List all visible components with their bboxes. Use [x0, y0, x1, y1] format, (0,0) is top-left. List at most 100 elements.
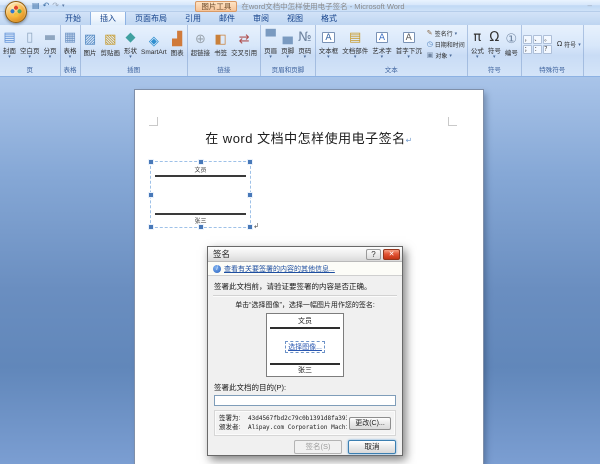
tab-插入[interactable]: 插入 — [90, 10, 126, 25]
ribbon-group-插图: ▨图片▧剪贴画◆形状▾◈SmartArt▟图表插图 — [81, 25, 188, 76]
hyperlink-icon: ⊕ — [195, 32, 206, 47]
symbol-button[interactable]: ， — [523, 35, 532, 44]
ribbon: ▤封面▾▯空白页▾▬分页▾页▦表格▾表格▨图片▧剪贴画◆形状▾◈SmartArt… — [0, 25, 600, 77]
tab-视图[interactable]: 视图 — [278, 11, 312, 25]
symbol-button[interactable]: 、 — [533, 35, 542, 44]
select-image-button[interactable]: 选择图像... — [285, 341, 325, 353]
signature-line-frame[interactable]: 文员 张三 ↲ — [150, 161, 251, 228]
clip-art-icon: ▧ — [104, 32, 116, 47]
cross-reference-icon: ⇄ — [239, 32, 250, 47]
ribbon-button-符号[interactable]: Ω符号▾ — [486, 29, 503, 60]
ribbon-button-分页[interactable]: ▬分页▾ — [42, 29, 59, 60]
title-center: 图片工具 在word文档中怎样使用电子签名 - Microsoft Word — [0, 0, 600, 12]
resize-handle[interactable] — [248, 225, 252, 229]
resize-handle[interactable] — [149, 225, 153, 229]
ribbon-button-首字下沉[interactable]: A首字下沉▾ — [394, 29, 424, 60]
help-button[interactable]: ? — [366, 249, 381, 260]
ribbon-button-页脚[interactable]: ▄页脚▾ — [279, 29, 296, 60]
symbol-icon: Ω — [489, 30, 499, 45]
tab-页面布局[interactable]: 页面布局 — [126, 11, 176, 25]
date-time-icon: ◷ — [427, 41, 433, 48]
page-break-icon: ▬ — [44, 30, 56, 45]
ribbon-button-图片[interactable]: ▨图片 — [82, 31, 99, 58]
dropdown-arrow-icon: ▾ — [8, 55, 11, 59]
ribbon-group-页眉和页脚: ▀页眉▾▄页脚▾№页码▾页眉和页脚 — [261, 25, 316, 76]
ribbon-button-编号[interactable]: ①编号 — [503, 31, 520, 58]
sign-button[interactable]: 签名(S) — [294, 440, 342, 454]
symbol-button[interactable]: ？ — [543, 45, 552, 54]
symbol-button[interactable]: ； — [523, 45, 532, 54]
ribbon-button-交叉引用[interactable]: ⇄交叉引用 — [229, 31, 259, 58]
window-title: 在word文档中怎样使用电子签名 - Microsoft Word — [241, 1, 404, 12]
ribbon-button-艺术字[interactable]: A艺术字▾ — [370, 29, 394, 60]
document-title-text: 在 word 文档中怎样使用电子签名 — [205, 131, 405, 146]
tab-引用[interactable]: 引用 — [176, 11, 210, 25]
resize-handle[interactable] — [149, 193, 153, 197]
ribbon-button-空白页[interactable]: ▯空白页▾ — [18, 29, 42, 60]
ribbon-button-表格[interactable]: ▦表格▾ — [62, 29, 79, 60]
document-area: 在 word 文档中怎样使用电子签名↵ 文员 张三 ↲ — [0, 77, 600, 464]
object-icon: ▣ — [427, 52, 434, 59]
ribbon-button-剪贴画[interactable]: ▧剪贴画 — [99, 31, 123, 58]
ribbon-button-对象[interactable]: ▣对象▾ — [426, 51, 466, 60]
resize-handle[interactable] — [149, 160, 153, 164]
shapes-icon: ◆ — [126, 30, 136, 45]
ribbon-button-页眉[interactable]: ▀页眉▾ — [262, 29, 279, 60]
ribbon-button-超链接[interactable]: ⊕超链接 — [189, 31, 213, 58]
dropdown-arrow-icon: ▾ — [476, 55, 479, 59]
quick-parts-icon: ▤ — [349, 30, 361, 45]
resize-handle[interactable] — [199, 160, 203, 164]
cover-page-icon: ▤ — [3, 30, 15, 45]
cancel-button[interactable]: 取消 — [348, 440, 396, 454]
document-page[interactable]: 在 word 文档中怎样使用电子签名↵ 文员 张三 ↲ — [135, 90, 483, 464]
purpose-label: 签署此文档的目的(P): — [214, 382, 396, 393]
ribbon-button-日期和时间[interactable]: ◷日期和时间 — [426, 40, 466, 49]
blank-page-icon: ▯ — [26, 30, 33, 45]
ribbon-button-SmartArt[interactable]: ◈SmartArt — [139, 33, 169, 57]
ribbon-button-符号[interactable]: Ω符号▾ — [556, 40, 582, 49]
tab-审阅[interactable]: 审阅 — [244, 11, 278, 25]
ribbon-button-页码[interactable]: №页码▾ — [296, 29, 314, 60]
signature-name-label: 张三 — [151, 216, 250, 225]
group-label-插图: 插图 — [82, 63, 186, 76]
signature-line-icon: ✎ — [427, 30, 433, 37]
preview-role-label: 文员 — [267, 314, 343, 326]
ribbon-group-items: ，、。 ；：？ Ω符号▾ — [523, 26, 582, 63]
symbol-button[interactable]: ： — [533, 45, 542, 54]
ribbon-button-形状[interactable]: ◆形状▾ — [122, 29, 139, 60]
dropdown-arrow-icon: ▾ — [578, 43, 581, 47]
ribbon-button-图表[interactable]: ▟图表 — [169, 31, 186, 58]
resize-handle[interactable] — [248, 193, 252, 197]
drop-cap-icon: A — [403, 32, 415, 43]
additional-info-link[interactable]: 查看有关要签署的内容的其他信息... — [224, 264, 335, 274]
ribbon-button-书签[interactable]: ◧书签 — [212, 31, 229, 58]
ribbon-button-签名行[interactable]: ✎签名行▾ — [426, 29, 466, 38]
resize-handle[interactable] — [199, 225, 203, 229]
tab-邮件[interactable]: 邮件 — [210, 11, 244, 25]
purpose-input[interactable] — [214, 395, 396, 406]
button-label: 对象 — [435, 51, 447, 60]
tab-开始[interactable]: 开始 — [56, 11, 90, 25]
change-button[interactable]: 更改(C)... — [349, 417, 391, 430]
ribbon-group-items: ⊕超链接◧书签⇄交叉引用 — [189, 26, 260, 63]
group-label-特殊符号: 特殊符号 — [523, 63, 582, 76]
dialog-title-bar[interactable]: 签名 ? ✕ — [208, 247, 402, 262]
close-icon[interactable]: ✕ — [383, 249, 400, 260]
ribbon-button-文本框[interactable]: A文本框▾ — [317, 29, 341, 60]
resize-handle[interactable] — [248, 160, 252, 164]
tab-格式[interactable]: 格式 — [312, 11, 346, 25]
office-button[interactable] — [5, 1, 27, 23]
signature-line — [155, 213, 246, 215]
minimize-button[interactable]: – — [588, 1, 592, 10]
ribbon-group-items: A文本框▾▤文档部件▾A艺术字▾A首字下沉▾✎签名行▾ ◷日期和时间 ▣对象▾ — [317, 26, 466, 63]
ribbon-button-封面[interactable]: ▤封面▾ — [1, 29, 18, 60]
ribbon-group-符号: π公式▾Ω符号▾①编号符号 — [468, 25, 522, 76]
group-label-表格: 表格 — [62, 63, 79, 76]
button-label: 剪贴画 — [101, 47, 121, 57]
dropdown-arrow-icon: ▾ — [28, 55, 31, 59]
page-number-icon: № — [298, 30, 312, 45]
signature-role-label: 文员 — [151, 165, 250, 174]
symbol-button[interactable]: 。 — [543, 35, 552, 44]
ribbon-button-文档部件[interactable]: ▤文档部件▾ — [340, 29, 370, 60]
ribbon-button-公式[interactable]: π公式▾ — [469, 29, 486, 60]
